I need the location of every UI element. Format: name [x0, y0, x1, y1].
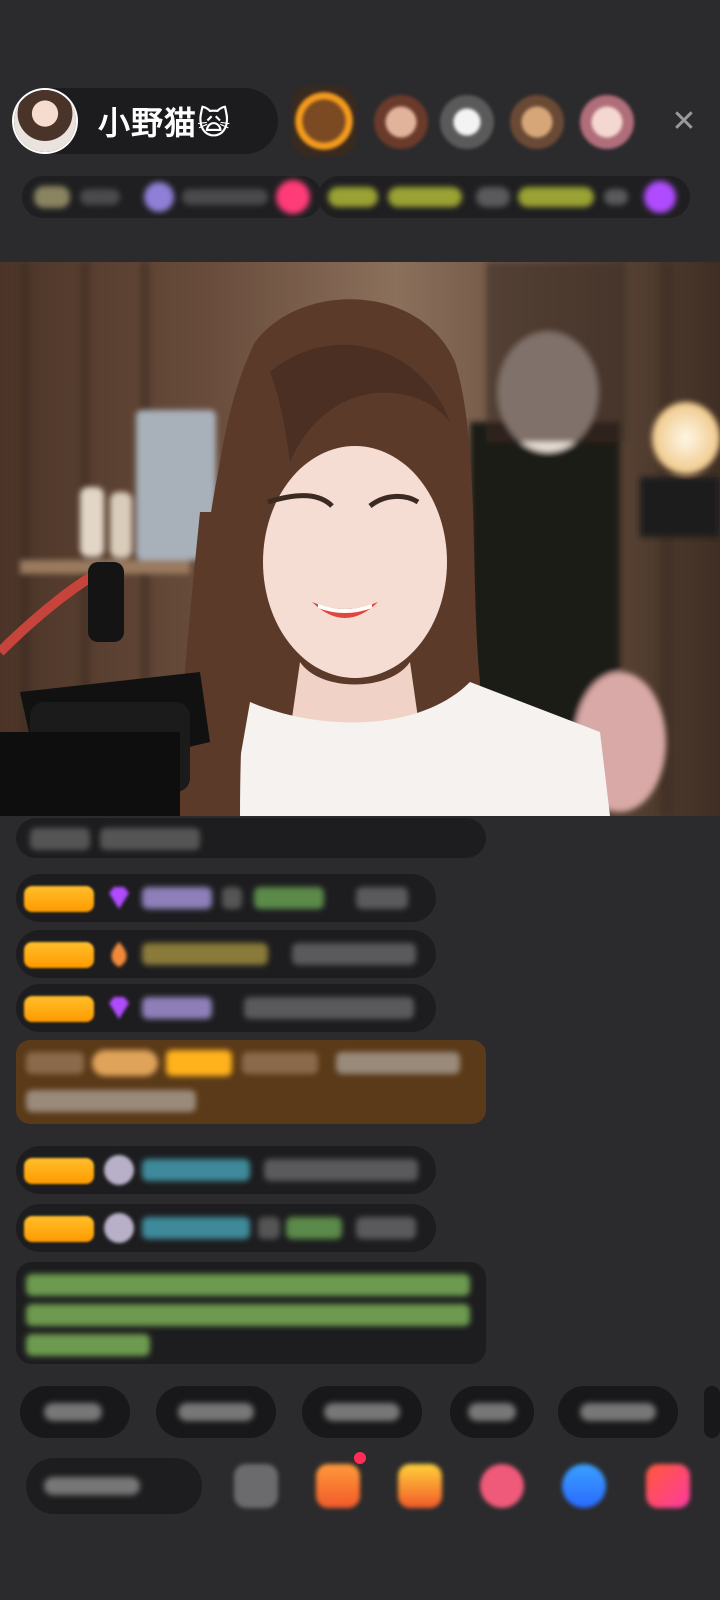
quick-reply-button[interactable] [302, 1386, 422, 1438]
quick-reply-button[interactable] [558, 1386, 678, 1438]
top-viewer-avatar-3[interactable] [440, 95, 494, 149]
highlighted-chat-message[interactable] [16, 1040, 486, 1124]
host-info-pill[interactable]: 小野猫🙀 [12, 88, 278, 154]
chat-input[interactable] [26, 1458, 202, 1514]
video-scene [0, 262, 720, 816]
host-name: 小野猫🙀 [98, 104, 232, 142]
chat-message[interactable] [16, 930, 436, 978]
live-video[interactable] [0, 262, 720, 816]
fire-icon [111, 942, 127, 967]
emoji-icon[interactable] [234, 1464, 278, 1508]
user-avatar [104, 1213, 134, 1243]
user-avatar [104, 1155, 134, 1185]
gem-icon [109, 887, 129, 909]
top-viewer-avatar-5[interactable] [580, 95, 634, 149]
rank-info-pill[interactable] [22, 176, 322, 218]
level-badge [24, 996, 94, 1022]
gem-icon [109, 997, 129, 1019]
top-viewer-avatar-4[interactable] [510, 95, 564, 149]
share-icon[interactable] [562, 1464, 606, 1508]
fans-club-icon[interactable] [480, 1464, 524, 1508]
top-viewer-avatar-2[interactable] [374, 95, 428, 149]
chat-message[interactable] [16, 1146, 436, 1194]
gift-box-icon[interactable] [316, 1464, 360, 1508]
top-viewer-avatar-1[interactable] [292, 86, 356, 156]
level-badge [24, 942, 94, 968]
close-icon[interactable]: ✕ [668, 106, 700, 138]
quick-reply-button[interactable] [704, 1386, 720, 1438]
game-icon[interactable] [398, 1464, 442, 1508]
level-badge [24, 1158, 94, 1184]
chat-message[interactable] [16, 874, 436, 922]
gift-icon[interactable] [646, 1464, 690, 1508]
host-avatar[interactable] [14, 90, 76, 152]
system-notice [16, 1262, 486, 1364]
quick-reply-button[interactable] [450, 1386, 534, 1438]
chat-message[interactable] [16, 1204, 436, 1252]
quick-reply-button[interactable] [156, 1386, 276, 1438]
notification-dot [354, 1452, 366, 1464]
activity-banner-pill[interactable] [318, 176, 690, 218]
chat-message[interactable] [16, 818, 486, 858]
level-badge [24, 1216, 94, 1242]
quick-reply-button[interactable] [20, 1386, 130, 1438]
chat-message[interactable] [16, 984, 436, 1032]
level-badge [24, 886, 94, 912]
